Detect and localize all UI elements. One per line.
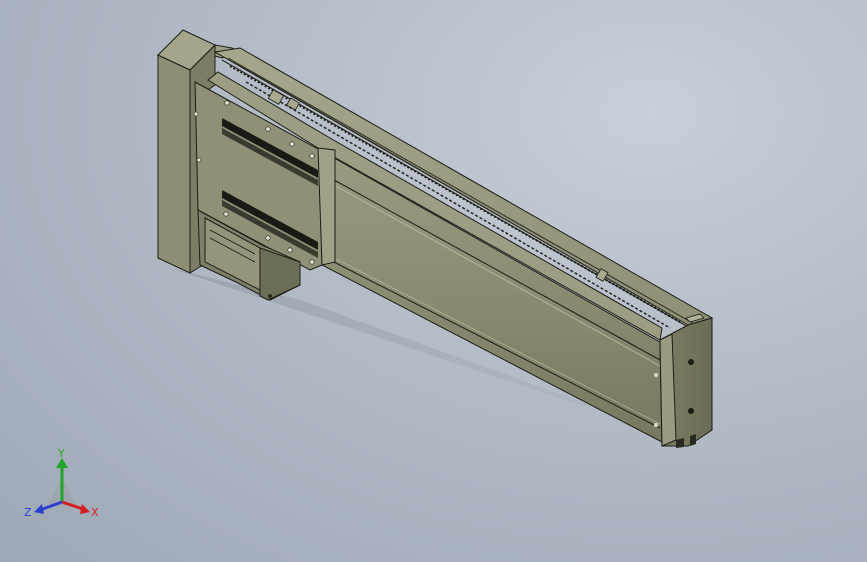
z-axis-arrow xyxy=(34,504,44,514)
x-axis-label: X xyxy=(91,506,99,519)
axis-triad: Y X Z xyxy=(24,447,99,519)
3d-viewport[interactable]: Y X Z xyxy=(0,0,867,562)
y-axis-label: Y xyxy=(57,447,65,460)
z-axis-label: Z xyxy=(24,506,32,519)
x-axis-arrow xyxy=(80,504,90,514)
linear-actuator-model[interactable] xyxy=(0,0,867,562)
